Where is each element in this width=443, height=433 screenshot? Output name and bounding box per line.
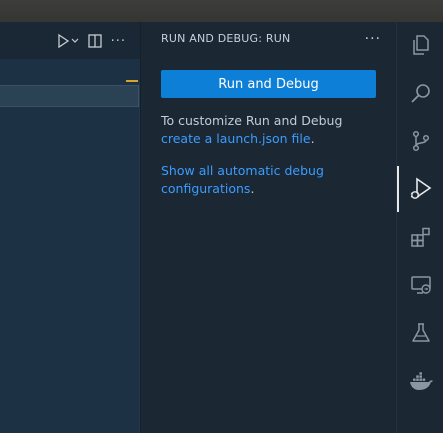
customize-suffix: . bbox=[310, 131, 315, 146]
overview-ruler-mark bbox=[126, 80, 138, 82]
run-debug-icon bbox=[410, 177, 431, 199]
explorer-icon bbox=[412, 35, 429, 55]
testing-icon bbox=[411, 323, 430, 342]
activity-testing[interactable] bbox=[397, 310, 443, 356]
customize-text: To customize Run and Debug bbox=[161, 113, 343, 128]
split-editor-icon bbox=[87, 34, 102, 48]
run-debug-sidebar: RUN AND DEBUG: RUN ··· Run and Debug To … bbox=[140, 22, 397, 433]
editor-area: ··· bbox=[0, 22, 140, 433]
show-automatic-configs-link[interactable]: Show all automatic debug configurations bbox=[161, 163, 324, 196]
editor-tab-bar: ··· bbox=[0, 22, 140, 59]
activity-extensions[interactable] bbox=[397, 214, 443, 260]
editor-actions: ··· bbox=[57, 33, 126, 49]
sidebar-more-button[interactable]: ··· bbox=[365, 31, 381, 47]
activity-docker[interactable] bbox=[397, 358, 443, 404]
source-control-icon bbox=[412, 130, 429, 152]
editor-body[interactable] bbox=[0, 59, 140, 433]
activity-source-control[interactable] bbox=[397, 118, 443, 164]
activity-bar bbox=[396, 22, 443, 433]
sidebar-title: RUN AND DEBUG: RUN bbox=[161, 32, 291, 45]
current-line-highlight bbox=[0, 85, 139, 107]
run-and-debug-button[interactable]: Run and Debug bbox=[161, 70, 376, 98]
search-icon bbox=[410, 84, 430, 103]
extensions-icon bbox=[410, 227, 430, 247]
docker-icon bbox=[409, 372, 433, 390]
play-icon bbox=[57, 33, 79, 49]
active-indicator bbox=[397, 166, 399, 212]
split-editor-button[interactable] bbox=[87, 33, 103, 49]
activity-search[interactable] bbox=[397, 70, 443, 116]
create-launch-json-link[interactable]: create a launch.json file bbox=[161, 131, 311, 146]
editor-more-button[interactable]: ··· bbox=[111, 33, 126, 49]
show-configs-paragraph: Show all automatic debug configurations. bbox=[161, 162, 381, 198]
activity-explorer[interactable] bbox=[397, 22, 443, 68]
remote-explorer-icon bbox=[410, 276, 431, 294]
show-configs-suffix: . bbox=[250, 181, 255, 196]
run-file-button[interactable] bbox=[57, 33, 79, 49]
customize-paragraph: To customize Run and Debug create a laun… bbox=[161, 112, 381, 148]
window-top-strip bbox=[0, 0, 443, 22]
activity-remote-explorer[interactable] bbox=[397, 262, 443, 308]
activity-run-debug[interactable] bbox=[397, 166, 443, 212]
